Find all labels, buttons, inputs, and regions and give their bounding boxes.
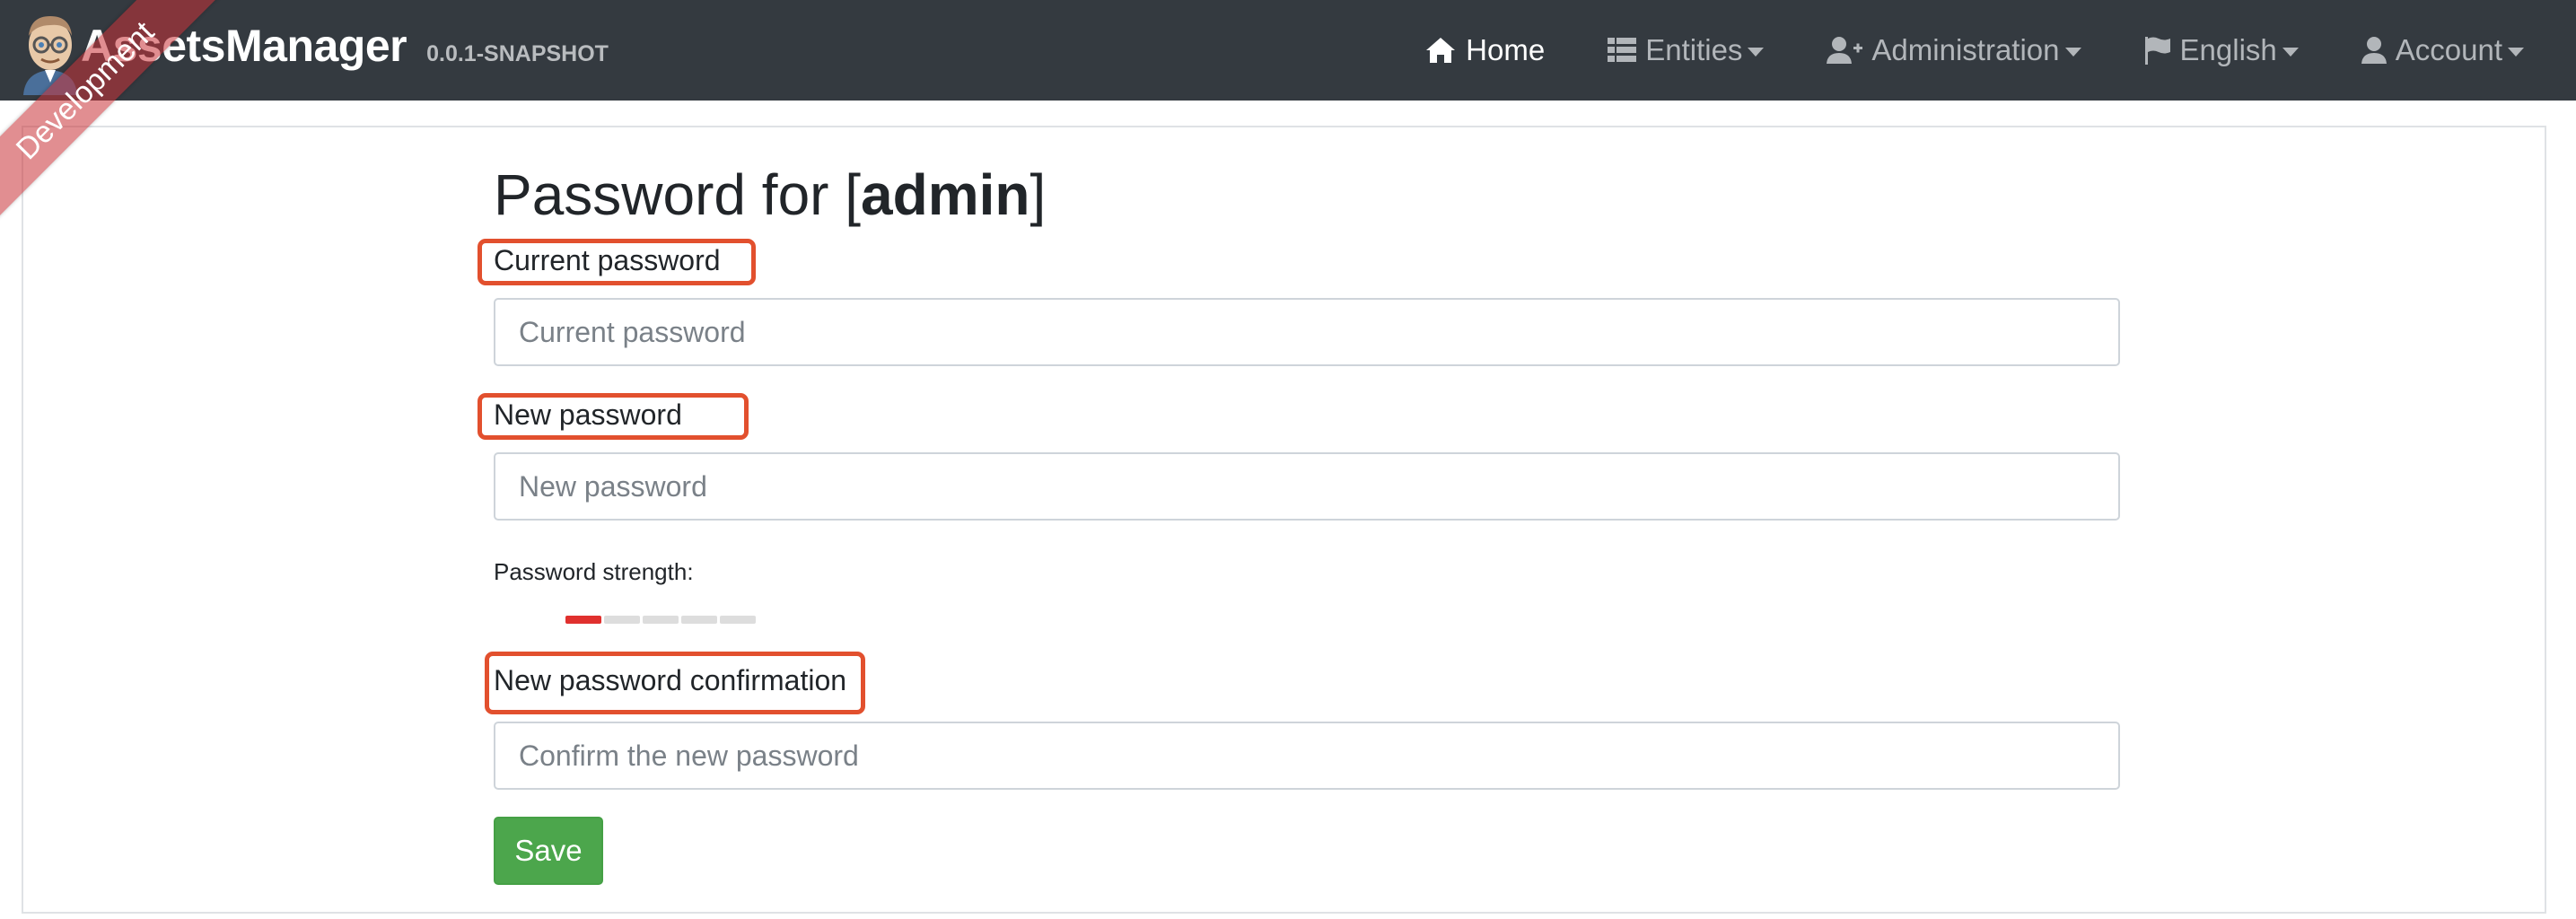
password-strength-label: Password strength: (494, 558, 694, 585)
brand-version: 0.0.1-SNAPSHOT (426, 41, 609, 66)
chevron-down-icon (2508, 48, 2524, 57)
nav-item-administration[interactable]: Administration (1827, 33, 2081, 67)
page-title: Password for [admin] (494, 162, 1046, 228)
page-title-prefix: Password for [ (494, 162, 862, 227)
password-strength-meter (565, 616, 758, 624)
main-card: Password for [admin] Current password Ne… (22, 126, 2546, 914)
new-password-input[interactable] (494, 452, 2120, 521)
user-plus-icon (1827, 37, 1863, 64)
nav-item-language[interactable]: English (2144, 33, 2299, 67)
chevron-down-icon (1748, 48, 1765, 57)
current-password-input[interactable] (494, 298, 2120, 366)
save-button[interactable]: Save (494, 817, 603, 885)
nav-item-entities[interactable]: Entities (1608, 33, 1765, 67)
current-password-label: Current password (494, 244, 721, 276)
nav-item-home[interactable]: Home (1424, 33, 1545, 67)
password-strength-segment (604, 616, 640, 624)
nav-menu: Home Entities Administration English Acc… (1362, 0, 2524, 101)
navbar: AssetsManager 0.0.1-SNAPSHOT Home Entiti… (0, 0, 2576, 101)
password-strength-segment (643, 616, 679, 624)
list-icon (1608, 38, 1637, 62)
home-icon (1426, 38, 1456, 63)
user-icon (2361, 37, 2387, 64)
page-title-suffix: ] (1030, 162, 1047, 227)
page-title-username: admin (861, 162, 1030, 227)
confirm-password-input[interactable] (494, 722, 2120, 790)
nav-item-administration-label: Administration (1871, 33, 2060, 66)
new-password-label: New password (494, 398, 682, 431)
nav-item-home-label: Home (1466, 33, 1546, 66)
nav-item-account-label: Account (2395, 33, 2502, 66)
flag-icon (2144, 37, 2170, 65)
password-strength-segment (565, 616, 601, 624)
nav-item-language-label: English (2179, 33, 2277, 66)
password-strength-segment (720, 616, 756, 624)
password-strength-segment (681, 616, 717, 624)
nav-item-account[interactable]: Account (2361, 33, 2524, 67)
chevron-down-icon (2064, 48, 2081, 57)
confirm-password-label: New password confirmation (494, 664, 847, 696)
nav-item-entities-label: Entities (1645, 33, 1743, 66)
chevron-down-icon (2282, 48, 2299, 57)
